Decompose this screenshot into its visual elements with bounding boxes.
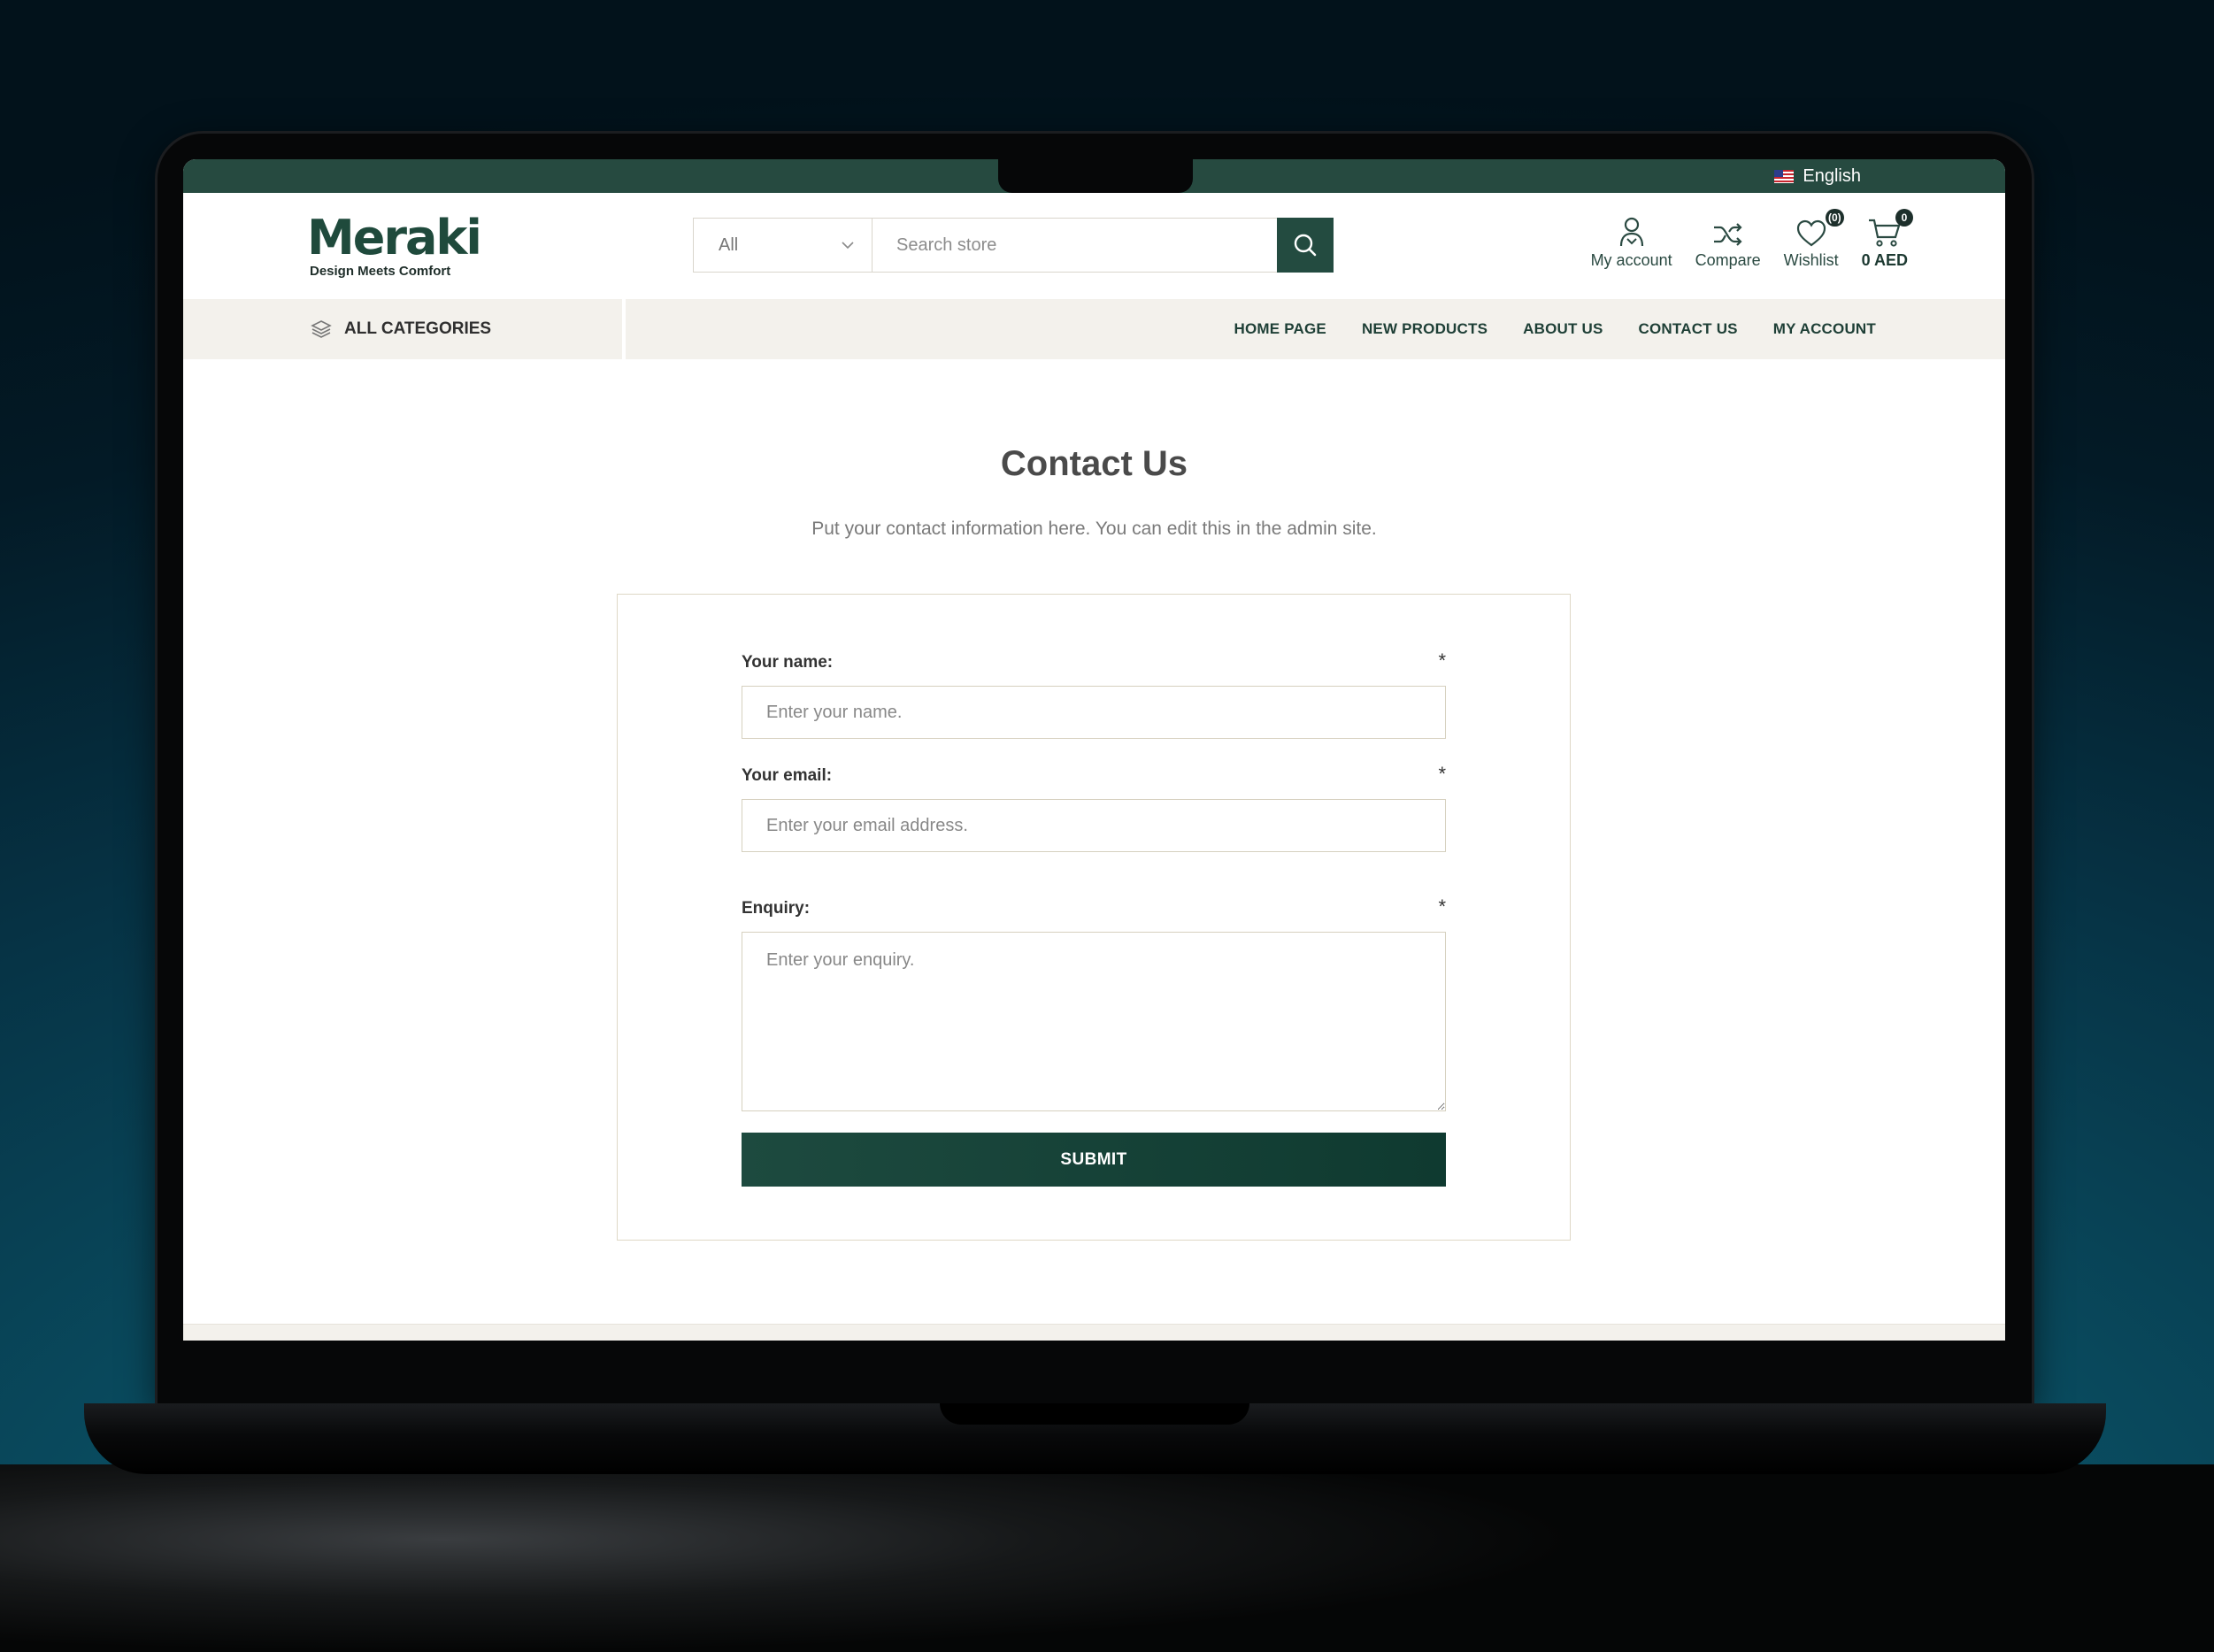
compare-label: Compare: [1695, 251, 1761, 269]
heart-icon: [1796, 219, 1826, 247]
name-field[interactable]: [742, 686, 1446, 739]
desk-surface: [0, 1464, 2214, 1652]
header-actions: My account Compare (0) Wishlist 0 0 AED: [1591, 209, 1913, 270]
site-header: Meraki Design Meets Comfort All Search s…: [183, 193, 2005, 299]
my-account-button[interactable]: My account: [1591, 212, 1672, 270]
nav-about-us[interactable]: ABOUT US: [1523, 320, 1603, 338]
email-label: Your email:: [742, 766, 833, 785]
wishlist-label: Wishlist: [1783, 251, 1839, 269]
laptop-hinge-notch: [940, 1403, 1249, 1425]
name-label: Your name:: [742, 653, 834, 672]
wishlist-button[interactable]: (0) Wishlist: [1783, 209, 1844, 270]
user-icon: [1619, 217, 1643, 247]
all-categories-label: ALL CATEGORIES: [344, 319, 492, 338]
compare-button[interactable]: Compare: [1695, 212, 1761, 270]
email-field[interactable]: [742, 799, 1446, 852]
enquiry-label: Enquiry:: [742, 899, 811, 918]
logo-tagline: Design Meets Comfort: [310, 264, 451, 279]
logo-word: Meraki: [307, 210, 482, 265]
footer-strip: [183, 1324, 2005, 1341]
nav-links: HOME PAGE NEW PRODUCTS ABOUT US CONTACT …: [1234, 299, 1877, 359]
nav-new-products[interactable]: NEW PRODUCTS: [1362, 320, 1488, 338]
shuffle-icon: [1713, 223, 1742, 246]
main-nav: ALL CATEGORIES HOME PAGE NEW PRODUCTS AB…: [183, 299, 2005, 359]
page-title: Contact Us: [1000, 444, 1188, 483]
flag-icon: [1774, 169, 1795, 183]
my-account-label: My account: [1590, 251, 1672, 269]
search-category-value: All: [719, 234, 739, 255]
wishlist-count-badge: (0): [1825, 209, 1844, 227]
cart-total: 0 AED: [1861, 251, 1908, 269]
search-bar: All: [693, 218, 1334, 273]
search-category-select[interactable]: All: [694, 219, 873, 272]
search-icon: [1294, 234, 1317, 257]
page-description: Put your contact information here. You c…: [811, 519, 1377, 539]
contact-form: Your name: * Your email: * Enquiry: * SU…: [617, 594, 1571, 1241]
camera-notch: [998, 159, 1193, 193]
name-required-mark: *: [1438, 649, 1446, 672]
layers-icon: [311, 320, 332, 338]
browser-screen: English Meraki Design Meets Comfort All: [183, 159, 2005, 1341]
submit-button[interactable]: SUBMIT: [742, 1133, 1446, 1187]
search-button[interactable]: [1277, 218, 1334, 273]
nav-contact-us[interactable]: CONTACT US: [1639, 320, 1738, 338]
search-input[interactable]: [873, 219, 1277, 272]
cart-count-badge: 0: [1895, 209, 1913, 227]
email-required-mark: *: [1438, 763, 1446, 785]
cart-button[interactable]: 0 0 AED: [1861, 209, 1913, 270]
nav-my-account[interactable]: MY ACCOUNT: [1773, 320, 1876, 338]
enquiry-field[interactable]: [742, 932, 1446, 1111]
enquiry-required-mark: *: [1438, 895, 1446, 918]
language-label: English: [1803, 165, 1861, 186]
logo[interactable]: Meraki Design Meets Comfort: [307, 210, 482, 280]
nav-home-page[interactable]: HOME PAGE: [1234, 320, 1326, 338]
chevron-down-icon: [842, 241, 854, 249]
all-categories-button[interactable]: ALL CATEGORIES: [183, 299, 626, 359]
language-switcher[interactable]: English: [1774, 165, 1861, 188]
